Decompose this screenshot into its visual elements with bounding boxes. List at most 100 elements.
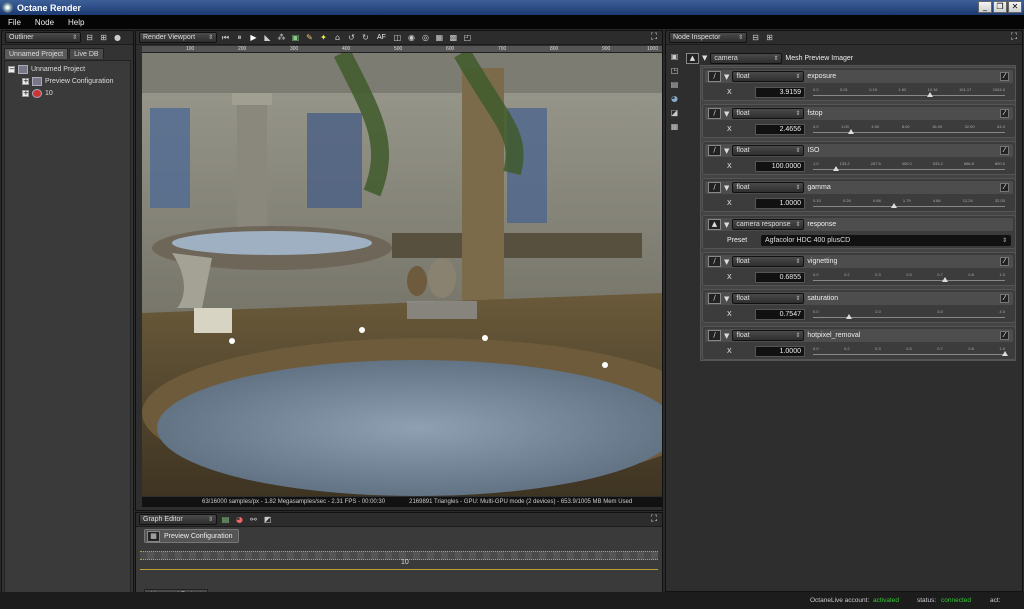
edit-curve-icon[interactable]: ⁄ xyxy=(1000,72,1009,81)
param-type-combo[interactable]: float ⇕ xyxy=(732,256,805,267)
menu-node[interactable]: Node xyxy=(35,18,54,27)
pause-icon[interactable]: ⏸ xyxy=(234,32,245,43)
region-icon[interactable]: ▣ xyxy=(290,32,301,43)
viewport-combo[interactable]: Render Viewport ⇕ xyxy=(139,32,217,43)
edit-curve-icon[interactable]: ⁄ xyxy=(1000,146,1009,155)
autofocus-button[interactable]: AF xyxy=(377,34,386,41)
grid-icon[interactable]: ▦ xyxy=(434,32,445,43)
imager-icon[interactable]: ▣ xyxy=(669,51,680,62)
preview-config-node[interactable]: ▦ Preview Configuration xyxy=(144,529,240,543)
checker-icon[interactable]: ▩ xyxy=(448,32,459,43)
param-type-combo[interactable]: float ⇕ xyxy=(732,71,805,82)
expand-toggle-icon[interactable]: + xyxy=(22,90,29,97)
focus-picker-icon[interactable]: ◣ xyxy=(262,32,273,43)
slider-knob[interactable] xyxy=(942,277,949,282)
value-slider[interactable]: 0.10 0.26 0.68 1.79 4.66 12.24 32.00 xyxy=(813,198,1005,210)
collapse-triangle-icon[interactable]: ▼ xyxy=(724,147,729,155)
expand-toggle-icon[interactable]: + xyxy=(22,78,29,85)
value-input[interactable]: 3.9159 xyxy=(755,86,805,98)
environment-icon[interactable]: ◕ xyxy=(669,93,680,104)
play-icon[interactable]: ▶ xyxy=(248,32,259,43)
minimize-button[interactable]: _ xyxy=(978,1,992,13)
settings-icon[interactable]: ▦ xyxy=(669,121,680,132)
collapse-triangle-icon[interactable]: ▼ xyxy=(724,73,729,81)
collapse-toggle-icon[interactable]: − xyxy=(8,66,15,73)
tab-live-db[interactable]: Live DB xyxy=(69,48,104,59)
sphere-icon[interactable]: ◉ xyxy=(406,32,417,43)
tree-item-project[interactable]: − Unnamed Project xyxy=(8,64,85,75)
expand-icon[interactable]: ⊞ xyxy=(98,32,109,43)
param-type-combo[interactable]: float ⇕ xyxy=(732,293,805,304)
collapse-triangle-icon[interactable]: ▼ xyxy=(724,332,729,340)
slider-knob[interactable] xyxy=(833,166,840,171)
camera-type-combo[interactable]: camera ⇕ xyxy=(710,52,783,64)
value-slider[interactable]: 0.0 1.00 4.00 8.00 16.00 32.00 64.0 xyxy=(813,124,1005,136)
slider-knob[interactable] xyxy=(848,129,855,134)
collapse-icon[interactable]: ⊟ xyxy=(750,32,761,43)
edit-curve-icon[interactable]: ⁄ xyxy=(1000,257,1009,266)
value-input[interactable]: 100.0000 xyxy=(755,160,805,172)
lock-icon[interactable]: ⌂ xyxy=(332,32,343,43)
slider-knob[interactable] xyxy=(1002,351,1008,356)
reset-icon[interactable]: ⏮ xyxy=(220,32,231,43)
param-type-combo[interactable]: float ⇕ xyxy=(732,108,805,119)
new-node-icon[interactable]: ▤ xyxy=(220,514,231,525)
graph-editor-combo[interactable]: Graph Editor ⇕ xyxy=(139,514,217,525)
collapse-triangle-icon[interactable]: ▼ xyxy=(724,184,729,192)
cube-icon[interactable]: ◎ xyxy=(420,32,431,43)
value-input[interactable]: 0.7547 xyxy=(755,308,805,320)
value-slider[interactable]: 0.0 0.01 0.15 1.62 10.16 101.17 1024.0 xyxy=(813,87,1005,99)
edit-curve-icon[interactable]: ⁄ xyxy=(1000,331,1009,340)
camera-icon[interactable]: ◳ xyxy=(669,65,680,76)
value-slider[interactable]: 0.0 2.0 3.0 4.0 xyxy=(813,309,1005,321)
edit-curve-icon[interactable]: ⁄ xyxy=(1000,109,1009,118)
param-type-combo[interactable]: float ⇕ xyxy=(732,182,805,193)
slider-knob[interactable] xyxy=(927,92,934,97)
value-slider[interactable]: 0.0 0.2 0.3 0.5 0.7 0.8 1.0 xyxy=(813,346,1008,358)
save-icon[interactable]: ◰ xyxy=(462,32,473,43)
restore-button[interactable]: ❐ xyxy=(993,1,1007,13)
value-input[interactable]: 1.0000 xyxy=(755,345,805,357)
value-input[interactable]: 1.0000 xyxy=(755,197,805,209)
value-slider[interactable]: 1.0 133.2 267.5 400.0 533.2 666.8 800.0 xyxy=(813,161,1005,173)
camera-icon[interactable]: ◫ xyxy=(392,32,403,43)
close-button[interactable]: ✕ xyxy=(1008,1,1022,13)
maximize-icon[interactable]: ⛶ xyxy=(649,514,659,524)
collapse-triangle-icon[interactable]: ▼ xyxy=(724,110,729,118)
edit-curve-icon[interactable]: ⁄ xyxy=(1000,294,1009,303)
menu-file[interactable]: File xyxy=(8,18,21,27)
outliner-combo[interactable]: Outliner ⇕ xyxy=(5,32,81,43)
tab-unnamed-project[interactable]: Unnamed Project xyxy=(4,48,69,59)
maximize-icon[interactable]: ⛶ xyxy=(649,32,659,42)
slider-knob[interactable] xyxy=(890,203,897,208)
node-inspector-combo[interactable]: Node Inspector ⇕ xyxy=(669,32,747,43)
white-balance-icon[interactable]: ⁂ xyxy=(276,32,287,43)
param-type-combo[interactable]: camera response ⇕ xyxy=(732,219,805,230)
preset-combo[interactable]: Agfacolor HDC 400 plusCD ⇕ xyxy=(761,234,1011,246)
redo-icon[interactable]: ↻ xyxy=(360,32,371,43)
param-type-combo[interactable]: float ⇕ xyxy=(732,330,805,341)
mesh-icon[interactable]: ◕ xyxy=(234,514,245,525)
collapse-icon[interactable]: ⊟ xyxy=(84,32,95,43)
menu-help[interactable]: Help xyxy=(68,18,84,27)
expand-icon[interactable]: ⊞ xyxy=(764,32,775,43)
collapse-triangle-icon[interactable]: ▼ xyxy=(724,295,729,303)
tree-item-10[interactable]: + 10 xyxy=(22,88,53,99)
layout-icon[interactable]: ◩ xyxy=(262,514,273,525)
tree-item-preview-config[interactable]: + Preview Configuration xyxy=(22,76,113,87)
image-icon[interactable]: ◪ xyxy=(669,107,680,118)
edit-curve-icon[interactable]: ⁄ xyxy=(1000,183,1009,192)
collapse-triangle-icon[interactable]: ▼ xyxy=(724,258,729,266)
collapse-triangle-icon[interactable]: ▼ xyxy=(724,221,729,229)
material-picker-icon[interactable]: ✎ xyxy=(304,32,315,43)
kernel-icon[interactable]: ▤ xyxy=(669,79,680,90)
link-icon[interactable]: ⚯ xyxy=(248,514,259,525)
record-icon[interactable]: ● xyxy=(112,32,123,43)
collapse-triangle-icon[interactable]: ▼ xyxy=(702,54,707,62)
light-icon[interactable]: ✦ xyxy=(318,32,329,43)
maximize-icon[interactable]: ⛶ xyxy=(1009,32,1019,42)
render-image[interactable] xyxy=(142,53,662,496)
param-type-combo[interactable]: float ⇕ xyxy=(732,145,805,156)
value-input[interactable]: 2.4656 xyxy=(755,123,805,135)
value-slider[interactable]: 0.0 0.2 0.3 0.5 0.7 0.8 1.0 xyxy=(813,272,1005,284)
